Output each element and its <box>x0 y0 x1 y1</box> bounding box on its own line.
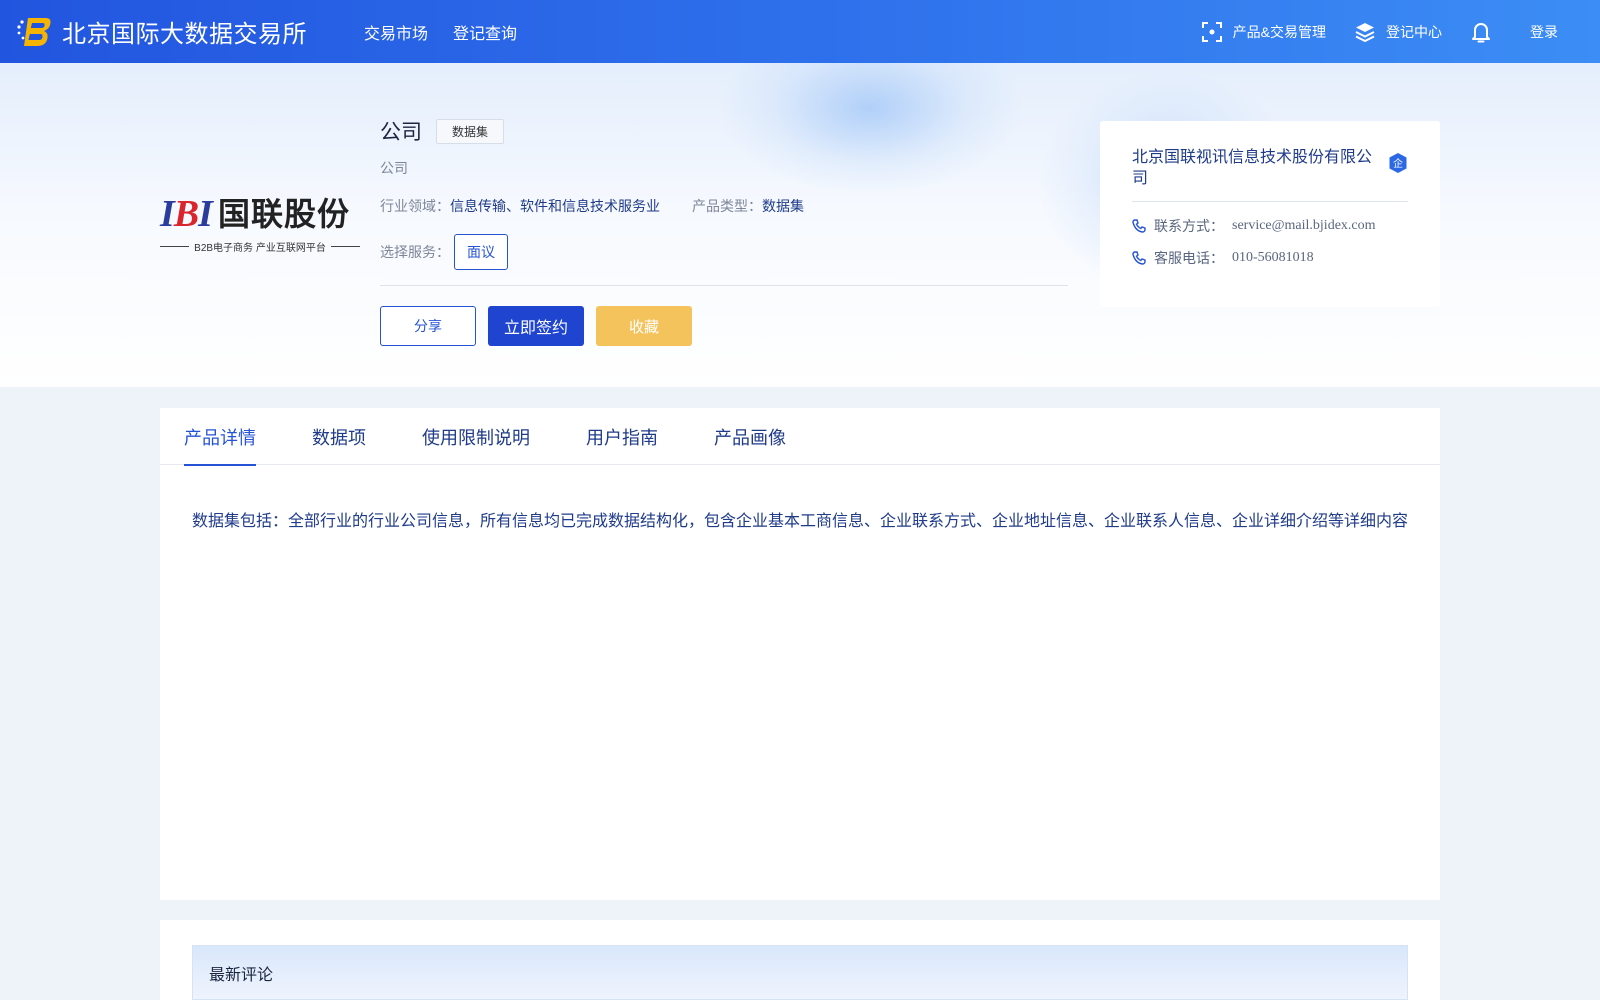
comments-section: 最新评论 <box>160 920 1440 1000</box>
phone-icon <box>1132 219 1146 233</box>
tab-product-details[interactable]: 产品详情 <box>184 408 256 466</box>
product-hero: IBI 国联股份 B2B电子商务 产业互联网平台 公司 数据集 公司 行业领域：… <box>0 63 1600 387</box>
product-subtitle: 公司 <box>380 160 408 176</box>
product-type-tag: 数据集 <box>436 118 505 144</box>
register-center-link[interactable]: 登记中心 <box>1354 21 1442 43</box>
phone-label: 客服电话： <box>1154 250 1224 266</box>
register-center-label: 登记中心 <box>1386 23 1442 40</box>
top-right-actions: 产品&交易管理 登记中心 登录 <box>1173 0 1558 63</box>
brand-title: 北京国际大数据交易所 <box>62 21 307 48</box>
share-button[interactable]: 分享 <box>380 306 476 346</box>
brand[interactable]: 北京国际大数据交易所 <box>16 14 307 49</box>
login-link[interactable]: 登录 <box>1530 22 1558 42</box>
layers-icon <box>1355 22 1375 42</box>
tab-usage-restrictions[interactable]: 使用限制说明 <box>422 408 530 465</box>
seller-card: 北京国联视讯信息技术股份有限公司 企 联系方式： service@mail.bj… <box>1100 121 1440 307</box>
company-logo: IBI 国联股份 B2B电子商务 产业互联网平台 <box>160 195 360 257</box>
tab-data-items[interactable]: 数据项 <box>312 408 366 465</box>
product-management-link[interactable]: 产品&交易管理 <box>1201 21 1326 43</box>
service-option-negotiable[interactable]: 面议 <box>454 234 508 270</box>
phone-number: 010-56081018 <box>1232 250 1314 265</box>
product-description: 数据集包括：全部行业的行业公司信息，所有信息均已完成数据结构化，包含企业基本工商… <box>192 513 1409 530</box>
sign-now-button[interactable]: 立即签约 <box>488 306 584 346</box>
favorite-button[interactable]: 收藏 <box>596 306 692 346</box>
divider <box>380 285 1068 286</box>
product-detail-panel: 产品详情 数据项 使用限制说明 用户指南 产品画像 数据集包括：全部行业的行业公… <box>160 408 1440 900</box>
nav-trading-market[interactable]: 交易市场 <box>364 20 428 44</box>
tab-user-guide[interactable]: 用户指南 <box>586 408 658 465</box>
notification-button[interactable] <box>1470 20 1492 44</box>
bidex-logo-icon <box>17 17 51 46</box>
main-nav: 交易市场 登记查询 <box>364 20 542 44</box>
company-logo-slogan: B2B电子商务 产业互联网平台 <box>194 243 326 254</box>
enterprise-badge-icon: 企 <box>1389 153 1407 173</box>
nav-registry-search[interactable]: 登记查询 <box>453 20 517 44</box>
comments-header: 最新评论 <box>192 945 1408 1000</box>
phone-icon <box>1132 251 1146 265</box>
industry-label: 行业领域： <box>380 198 450 214</box>
product-type-label: 产品类型： <box>692 198 762 214</box>
tab-product-portrait[interactable]: 产品画像 <box>714 408 786 465</box>
scan-icon <box>1201 21 1222 42</box>
contact-email: service@mail.bjidex.com <box>1232 218 1376 233</box>
enterprise-badge-text: 企 <box>1393 157 1403 170</box>
company-logo-mark: IBI <box>160 193 213 235</box>
product-type-value: 数据集 <box>762 198 804 214</box>
contact-label: 联系方式： <box>1154 218 1224 234</box>
product-management-label: 产品&交易管理 <box>1232 23 1326 40</box>
industry-value: 信息传输、软件和信息技术服务业 <box>450 198 660 214</box>
seller-name[interactable]: 北京国联视讯信息技术股份有限公司 <box>1132 147 1382 189</box>
bell-icon <box>1472 22 1490 42</box>
detail-tabs: 产品详情 数据项 使用限制说明 用户指南 产品画像 <box>160 408 1440 466</box>
product-title: 公司 <box>380 121 422 144</box>
service-label: 选择服务： <box>380 244 450 260</box>
top-navigation-bar: 北京国际大数据交易所 交易市场 登记查询 产品&交易管理 登记中心 登录 <box>0 0 1600 63</box>
product-info: 公司 数据集 公司 行业领域：信息传输、软件和信息技术服务业 产品类型：数据集 … <box>380 118 1068 346</box>
company-logo-text: 国联股份 <box>217 196 350 232</box>
